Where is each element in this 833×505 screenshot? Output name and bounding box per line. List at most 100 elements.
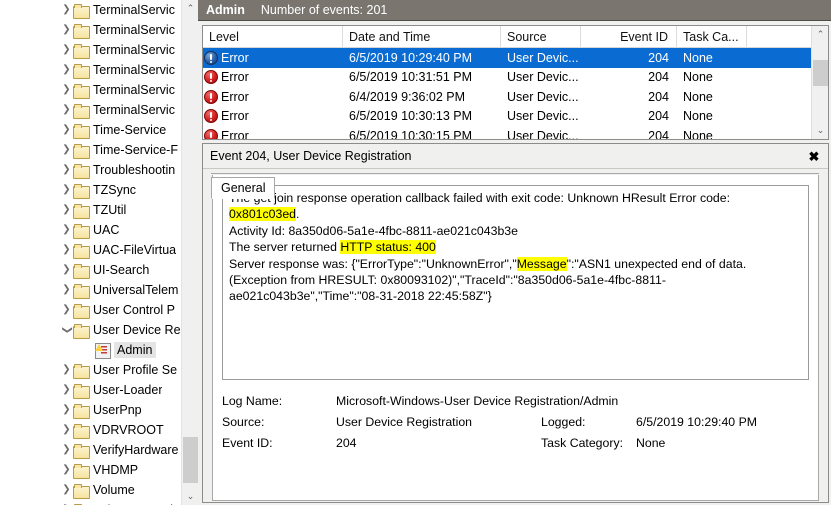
column-header-task-ca[interactable]: Task Ca...	[677, 26, 747, 48]
folder-icon	[73, 444, 89, 457]
task-category-value: None	[636, 436, 809, 450]
tree-vertical-scrollbar[interactable]: ⌃ ⌄	[181, 0, 198, 505]
cell-task-category: None	[677, 129, 747, 140]
chevron-right-icon[interactable]: ❯	[60, 420, 73, 440]
tree-item-user-control-p[interactable]: ❯User Control P	[0, 300, 198, 320]
tree-item-ui-search[interactable]: ❯UI-Search	[0, 260, 198, 280]
scroll-up-icon[interactable]: ⌃	[812, 26, 829, 43]
column-header-event-id[interactable]: ⌃Event ID	[581, 26, 677, 48]
cell-source: User Devic...	[501, 109, 581, 123]
tree-item-label: TerminalServic	[93, 103, 175, 117]
tree-item-terminalservic[interactable]: ❯TerminalServic	[0, 80, 198, 100]
chevron-right-icon[interactable]: ❯	[60, 400, 73, 420]
chevron-right-icon[interactable]: ❯	[60, 20, 73, 40]
level-label: Error	[221, 51, 249, 65]
chevron-right-icon[interactable]: ❯	[60, 60, 73, 80]
tree-item-terminalservic[interactable]: ❯TerminalServic	[0, 40, 198, 60]
chevron-right-icon[interactable]: ❯	[60, 260, 73, 280]
tree-item-admin[interactable]: Admin	[0, 340, 198, 360]
tree-item-terminalservic[interactable]: ❯TerminalServic	[0, 60, 198, 80]
chevron-right-icon[interactable]: ❯	[60, 460, 73, 480]
tree-item-troubleshootin[interactable]: ❯Troubleshootin	[0, 160, 198, 180]
tree-item-time-service-f[interactable]: ❯Time-Service-F	[0, 140, 198, 160]
column-header-level[interactable]: Level	[203, 26, 343, 48]
scroll-down-icon[interactable]: ⌄	[812, 122, 829, 139]
chevron-right-icon[interactable]: ❯	[60, 80, 73, 100]
chevron-right-icon[interactable]: ❯	[60, 280, 73, 300]
chevron-right-icon[interactable]: ❯	[60, 360, 73, 380]
chevron-right-icon[interactable]: ❯	[60, 480, 73, 500]
folder-icon	[73, 204, 89, 217]
chevron-right-icon[interactable]: ❯	[60, 380, 73, 400]
event-list-column-headers[interactable]: LevelDate and TimeSource⌃Event IDTask Ca…	[203, 26, 828, 48]
chevron-right-icon[interactable]: ❯	[60, 180, 73, 200]
tree-item-content: VDRVROOT	[56, 423, 164, 437]
event-message-box[interactable]: The get join response operation callback…	[222, 185, 809, 380]
chevron-right-icon[interactable]: ❯	[60, 40, 73, 60]
event-log-tree[interactable]: ❯TerminalServic❯TerminalServic❯TerminalS…	[0, 0, 198, 505]
tree-item-terminalservic[interactable]: ❯TerminalServic	[0, 20, 198, 40]
cell-event-id: 204	[581, 129, 677, 140]
tree-item-label: TerminalServic	[93, 3, 175, 17]
tree-item-terminalservic[interactable]: ❯ TerminalServic	[0, 0, 198, 20]
event-list-scrollbar-thumb[interactable]	[813, 60, 828, 86]
tree-item-userpnp[interactable]: ❯UserPnp	[0, 400, 198, 420]
cell-level: Error	[203, 70, 343, 84]
scroll-up-icon[interactable]: ⌃	[182, 0, 198, 17]
chevron-right-icon[interactable]: ❯	[60, 500, 73, 505]
chevron-right-icon[interactable]: ❯	[60, 140, 73, 160]
source-value: User Device Registration	[336, 415, 541, 429]
chevron-right-icon[interactable]: ❯	[60, 100, 73, 120]
table-row[interactable]: Error6/5/2019 10:30:13 PMUser Devic...20…	[203, 107, 828, 127]
tree-item-verifyhardware[interactable]: ❯VerifyHardware	[0, 440, 198, 460]
chevron-right-icon[interactable]: ❯	[60, 440, 73, 460]
cell-level: Error	[203, 109, 343, 123]
tree-item-label: User Profile Se	[93, 363, 177, 377]
error-icon	[204, 129, 218, 140]
folder-icon	[73, 404, 89, 417]
event-list-view[interactable]: LevelDate and TimeSource⌃Event IDTask Ca…	[202, 25, 829, 140]
tree-scrollbar-thumb[interactable]	[183, 437, 198, 483]
tree-item-vdrvroot[interactable]: ❯VDRVROOT	[0, 420, 198, 440]
column-header-date-and-time[interactable]: Date and Time	[343, 26, 501, 48]
event-id-label: Event ID:	[222, 436, 336, 450]
chevron-right-icon[interactable]: ❯	[60, 300, 73, 320]
tree-item-user-device-re[interactable]: ❯User Device Re	[0, 320, 198, 340]
tree-item-label: Volume	[93, 483, 135, 497]
chevron-right-icon[interactable]: ❯	[60, 200, 73, 220]
event-list-vertical-scrollbar[interactable]: ⌃ ⌄	[811, 26, 828, 139]
tree-item-uac[interactable]: ❯UAC	[0, 220, 198, 240]
cell-datetime: 6/5/2019 10:31:51 PM	[343, 70, 501, 84]
close-icon[interactable]: ✖	[804, 147, 824, 166]
highlighted-text: HTTP status: 400	[340, 240, 435, 254]
chevron-right-icon[interactable]: ❯	[60, 120, 73, 140]
tree-item-tzutil[interactable]: ❯TZUtil	[0, 200, 198, 220]
chevron-right-icon[interactable]: ❯	[60, 160, 73, 180]
chevron-right-icon[interactable]: ❯	[60, 0, 73, 20]
event-rows[interactable]: Error6/5/2019 10:29:40 PMUser Devic...20…	[203, 48, 828, 140]
chevron-right-icon[interactable]: ❯	[60, 240, 73, 260]
tree-item-volume[interactable]: ❯ Volume	[0, 480, 198, 500]
table-row[interactable]: Error6/5/2019 10:31:51 PMUser Devic...20…	[203, 68, 828, 88]
folder-icon	[73, 464, 89, 477]
tree-item-user-loader[interactable]: ❯User-Loader	[0, 380, 198, 400]
tree-item-volumesnapsh[interactable]: ❯VolumeSnapsh	[0, 500, 198, 505]
event-metadata: Log Name: Microsoft-Windows-User Device …	[222, 390, 809, 496]
folder-icon	[73, 384, 89, 397]
column-header-source[interactable]: Source	[501, 26, 581, 48]
scroll-down-icon[interactable]: ⌄	[182, 488, 198, 505]
tree-item-uac-filevirtua[interactable]: ❯UAC-FileVirtua	[0, 240, 198, 260]
tree-item-vhdmp[interactable]: ❯VHDMP	[0, 460, 198, 480]
table-row[interactable]: Error6/5/2019 10:30:15 PMUser Devic...20…	[203, 126, 828, 140]
table-row[interactable]: Error6/4/2019 9:36:02 PMUser Devic...204…	[203, 87, 828, 107]
chevron-right-icon[interactable]: ❯	[60, 220, 73, 240]
tree-item-time-service[interactable]: ❯Time-Service	[0, 120, 198, 140]
tab-general[interactable]: General	[211, 177, 275, 199]
tree-item-user-profile-se[interactable]: ❯ User Profile Se	[0, 360, 198, 380]
cell-level: Error	[203, 90, 343, 104]
tree-item-tzsync[interactable]: ❯TZSync	[0, 180, 198, 200]
tree-item-universaltelem[interactable]: ❯UniversalTelem	[0, 280, 198, 300]
table-row[interactable]: Error6/5/2019 10:29:40 PMUser Devic...20…	[203, 48, 828, 68]
cell-datetime: 6/4/2019 9:36:02 PM	[343, 90, 501, 104]
tree-item-terminalservic[interactable]: ❯ TerminalServic	[0, 100, 198, 120]
